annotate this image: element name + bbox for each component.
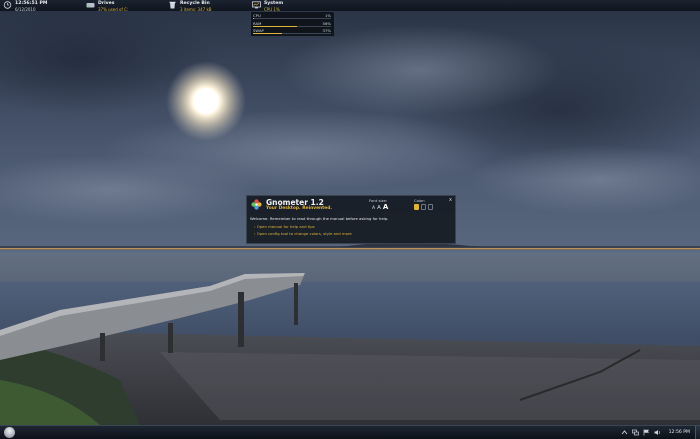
gadget-bar: 12:56:51 PM 6/12/2010 Drives 37% used of… [0,0,700,12]
drives-title: Drives [98,1,115,6]
clock-gadget[interactable]: 12:56:51 PM 6/12/2010 [3,0,48,12]
show-desktop-button[interactable] [695,426,700,439]
system-tray: 12:56 PM [621,426,700,439]
recycle-bin-gadget[interactable]: Recycle Bin 3 items: 347 kB [168,0,212,12]
start-button[interactable] [4,427,15,438]
taskbar-clock[interactable]: 12:56 PM [669,430,690,435]
font-size-small-button[interactable]: A [372,206,375,211]
font-size-large-button[interactable]: A [383,203,388,211]
recycle-bin-icon [169,1,176,9]
system-panel: CPU 1% RAM 56% SWAP 37% [250,11,335,37]
color-option-gray-2[interactable] [428,204,433,210]
swap-bar-track [253,33,331,34]
clock-date: 6/12/2010 [15,7,36,12]
font-size-medium-button[interactable]: A [377,205,381,211]
gnometer-welcome-widget: Gnometer 1.2 Your Desktop. Reinvented. F… [246,195,456,244]
ram-bar-track [253,26,331,27]
drive-icon [86,3,95,8]
monitor-icon [252,1,261,9]
ram-bar-fill [253,26,297,27]
system-row-cpu: CPU 1% [253,13,331,19]
system-row-ram: RAM 56% [253,21,331,27]
color-option-gray[interactable] [421,204,426,210]
swap-bar-fill [253,33,282,34]
cpu-bar-track [253,18,331,19]
clock-icon [3,1,12,9]
color-label: Color: [414,198,426,203]
clock-time: 12:56:51 PM [15,1,48,6]
recycle-bin-status: 3 items: 347 kB [180,7,212,12]
system-row-swap: SWAP 37% [253,28,331,34]
drives-usage: 37% used of C: [98,7,129,12]
taskbar: 12:56 PM [0,425,700,439]
welcome-message: Welcome. Remember to read through the ma… [250,216,389,221]
drives-gadget[interactable]: Drives 37% used of C: [86,0,129,12]
open-config-link[interactable]: Open config tool to change colors, style… [254,231,352,236]
flag-icon[interactable] [643,429,650,436]
font-size-options: A A A [372,203,388,211]
close-button[interactable]: x [449,197,452,203]
color-option-gold[interactable] [414,204,419,210]
system-title: System [264,1,284,6]
cpu-bar-fill [253,18,254,19]
color-options [414,204,433,210]
open-manual-link[interactable]: Open manual for help and tips [254,224,315,229]
system-gadget[interactable]: System CPU 1% [252,0,284,12]
gnometer-tagline: Your Desktop. Reinvented. [266,206,333,211]
volume-icon[interactable] [654,429,661,436]
network-icon[interactable] [631,429,639,436]
gnometer-logo-icon [251,199,262,210]
recycle-bin-title: Recycle Bin [180,1,210,6]
up-arrow-icon[interactable] [621,429,628,436]
